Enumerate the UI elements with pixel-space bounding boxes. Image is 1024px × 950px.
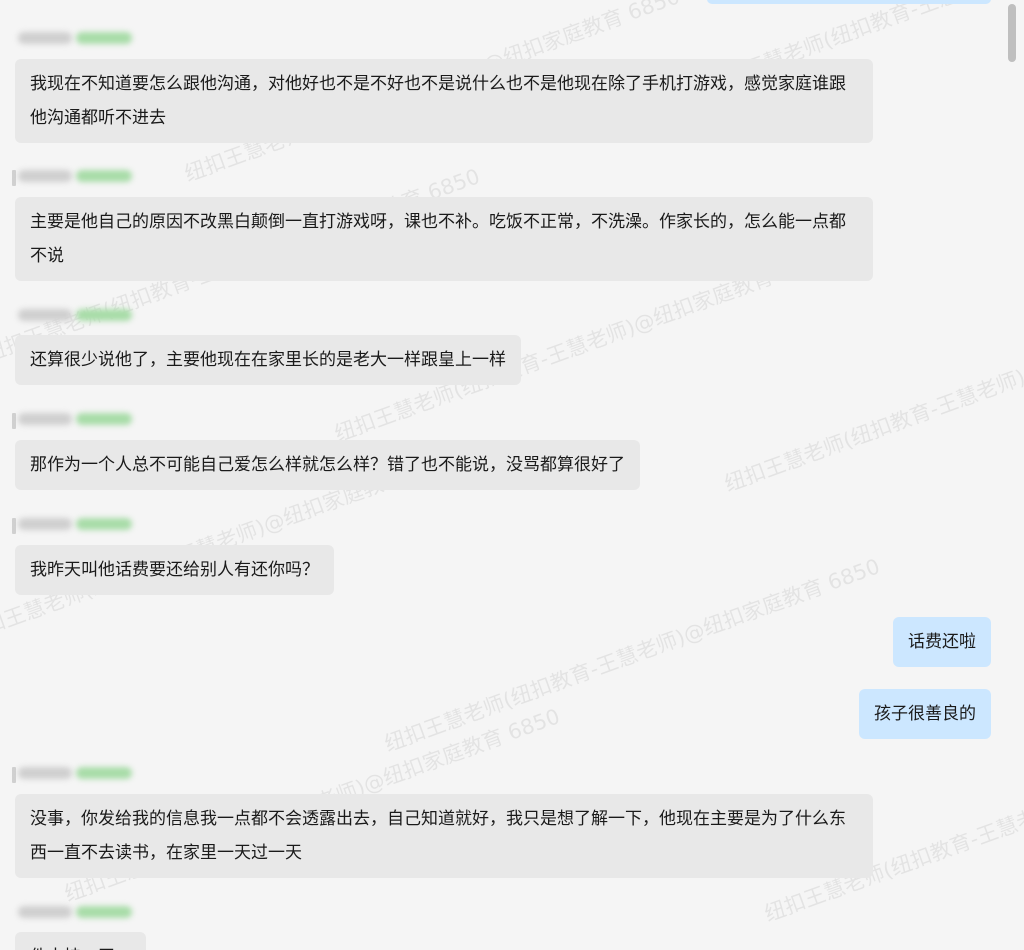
watermark: 纽扣王慧老师(纽扣教育-王慧老师)@纽扣家庭教育 6850 [381, 554, 884, 757]
redacted-tag [76, 518, 132, 530]
sender-name-redacted [12, 763, 132, 783]
message-bubble-incoming[interactable]: 主要是他自己的原因不改黑白颠倒一直打游戏呀，课也不补。吃饭不正常，不洗澡。作家长… [15, 197, 873, 281]
sender-name-redacted [12, 305, 132, 323]
message-bubble-incoming[interactable]: 那作为一个人总不可能自己爱怎么样就怎么样？错了也不能说，没骂都算很好了 [15, 440, 640, 490]
message-bubble-partial [707, 0, 991, 4]
redacted-name [18, 309, 72, 321]
avatar-edge [12, 767, 16, 783]
message-bubble-incoming[interactable]: 还算很少说他了，主要他现在在家里长的是老大一样跟皇上一样 [15, 335, 521, 385]
redacted-tag [76, 170, 132, 182]
redacted-name [18, 170, 72, 182]
redacted-tag [76, 767, 132, 779]
redacted-name [18, 518, 72, 530]
redacted-name [18, 413, 72, 425]
sender-name-redacted [12, 902, 132, 920]
sender-name-redacted [12, 28, 132, 46]
chat-window: 纽扣王慧老师(纽扣教育-王慧老师)@纽扣家庭教育 6850 纽扣王慧老师(纽扣教… [0, 0, 1024, 950]
message-bubble-incoming[interactable]: 我现在不知道要怎么跟他沟通，对他好也不是不好也不是说什么也不是他现在除了手机打游… [15, 59, 873, 143]
message-bubble-outgoing[interactable]: 话费还啦 [893, 617, 991, 667]
sender-name-redacted [12, 409, 132, 429]
redacted-tag [76, 413, 132, 425]
message-bubble-incoming[interactable]: 没事，你发给我的信息我一点都不会透露出去，自己知道就好，我只是想了解一下，他现在… [15, 794, 873, 878]
redacted-name [18, 906, 72, 918]
avatar-edge [12, 170, 16, 186]
sender-name-redacted [12, 514, 132, 534]
redacted-tag [76, 32, 132, 44]
message-bubble-incoming[interactable]: 我昨天叫他话费要还给别人有还你吗？ [15, 545, 334, 595]
redacted-name [18, 767, 72, 779]
vertical-scrollbar[interactable] [1000, 0, 1024, 950]
message-bubble-incoming[interactable]: 件支持一天... [15, 932, 147, 950]
redacted-name [18, 32, 72, 44]
message-bubble-outgoing[interactable]: 孩子很善良的 [859, 689, 991, 739]
watermark: 纽扣王慧老师(纽扣教育-王慧老师)@纽扣家庭教育 6850 [721, 294, 1024, 497]
sender-name-redacted [12, 166, 132, 186]
avatar-edge [12, 413, 16, 429]
scrollbar-thumb[interactable] [1008, 4, 1016, 62]
avatar-edge [12, 518, 16, 534]
redacted-tag [76, 906, 132, 918]
redacted-tag [76, 309, 132, 321]
